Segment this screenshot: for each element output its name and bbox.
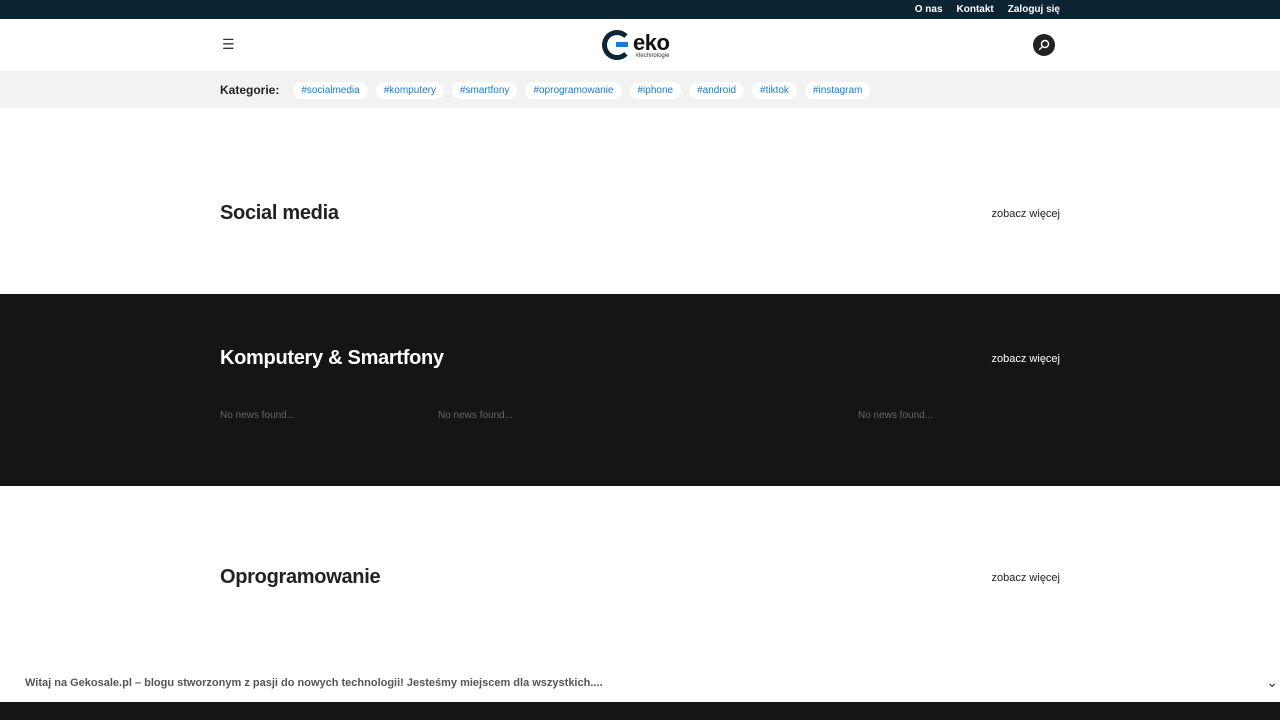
welcome-banner: Witaj na Gekosale.pl – blogu stworzonym … bbox=[0, 664, 1280, 702]
no-news-message: No news found... bbox=[220, 410, 296, 421]
top-bar: O nas Kontakt Zaloguj się bbox=[0, 0, 1280, 19]
see-more-link[interactable]: zobacz więcej bbox=[992, 353, 1060, 365]
section-title: Social media bbox=[220, 202, 339, 224]
login-link[interactable]: Zaloguj się bbox=[1008, 4, 1060, 15]
logo-g-mark bbox=[602, 30, 632, 60]
logo-name: eko bbox=[633, 30, 670, 55]
tag-iphone[interactable]: #iphone bbox=[629, 81, 682, 99]
tag-komputery[interactable]: #komputery bbox=[375, 81, 444, 99]
welcome-banner-text: Witaj na Gekosale.pl – blogu stworzonym … bbox=[25, 677, 603, 689]
tag-smartfony[interactable]: #smartfony bbox=[451, 81, 518, 99]
tag-socialmedia[interactable]: #socialmedia bbox=[293, 81, 368, 99]
site-header: ☰ eko #technologie bbox=[0, 19, 1280, 72]
logo-text: eko #technologie bbox=[633, 30, 670, 60]
search-button[interactable] bbox=[1033, 34, 1055, 56]
tag-instagram[interactable]: #instagram bbox=[804, 81, 871, 99]
chevron-down-icon[interactable]: ⌄ bbox=[1266, 674, 1278, 691]
about-link[interactable]: O nas bbox=[915, 4, 943, 15]
no-news-message: No news found... bbox=[438, 410, 514, 421]
no-news-message: No news found... bbox=[858, 410, 934, 421]
categories-label: Kategorie: bbox=[220, 83, 280, 97]
tag-oprogramowanie[interactable]: #oprogramowanie bbox=[525, 81, 622, 99]
search-icon bbox=[1038, 39, 1050, 51]
see-more-link[interactable]: zobacz więcej bbox=[992, 572, 1060, 584]
section-computers-smartphones: Komputery & Smartfony zobacz więcej No n… bbox=[0, 294, 1280, 486]
hamburger-menu-icon[interactable]: ☰ bbox=[222, 37, 235, 51]
tag-tiktok[interactable]: #tiktok bbox=[752, 81, 797, 99]
section-title: Oprogramowanie bbox=[220, 566, 381, 588]
section-title: Komputery & Smartfony bbox=[220, 347, 444, 369]
contact-link[interactable]: Kontakt bbox=[957, 4, 994, 15]
tag-android[interactable]: #android bbox=[689, 81, 745, 99]
see-more-link[interactable]: zobacz więcej bbox=[992, 208, 1060, 220]
logo-tagline: #technologie bbox=[635, 53, 670, 59]
section-social-media: Social media zobacz więcej bbox=[0, 108, 1280, 294]
footer-strip bbox=[0, 702, 1280, 720]
category-bar: Kategorie: #socialmedia #komputery #smar… bbox=[0, 72, 1280, 108]
site-logo[interactable]: eko #technologie bbox=[602, 30, 670, 60]
